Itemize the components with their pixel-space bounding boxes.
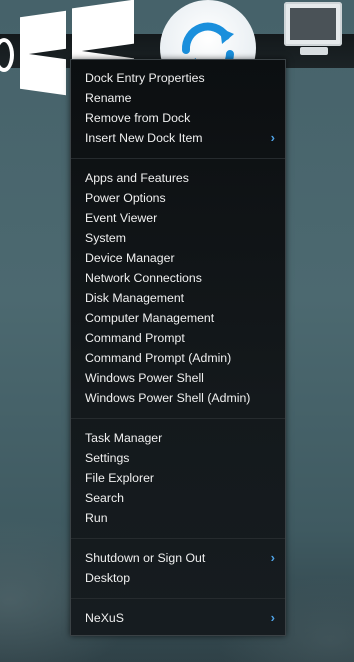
menu-item-nexus[interactable]: NeXuS ›	[71, 608, 285, 628]
menu-item-label: File Explorer	[85, 471, 155, 485]
menu-separator	[71, 598, 285, 599]
menu-item-computer-management[interactable]: Computer Management	[71, 308, 285, 328]
menu-item-label: Shutdown or Sign Out	[85, 551, 206, 565]
menu-item-shutdown-or-sign-out[interactable]: Shutdown or Sign Out ›	[71, 548, 285, 568]
chevron-right-icon: ›	[270, 130, 275, 145]
menu-item-network-connections[interactable]: Network Connections	[71, 268, 285, 288]
menu-item-task-manager[interactable]: Task Manager	[71, 428, 285, 448]
menu-item-apps-and-features[interactable]: Apps and Features	[71, 168, 285, 188]
menu-item-label: Settings	[85, 451, 130, 465]
menu-item-label: Search	[85, 491, 124, 505]
menu-item-label: Command Prompt (Admin)	[85, 351, 232, 365]
menu-item-label: Event Viewer	[85, 211, 158, 225]
menu-item-command-prompt[interactable]: Command Prompt	[71, 328, 285, 348]
menu-item-label: Rename	[85, 91, 132, 105]
menu-item-settings[interactable]: Settings	[71, 448, 285, 468]
menu-item-desktop[interactable]: Desktop	[71, 568, 285, 588]
menu-item-label: Insert New Dock Item	[85, 131, 203, 145]
menu-separator	[71, 418, 285, 419]
menu-item-label: Command Prompt	[85, 331, 185, 345]
menu-item-system[interactable]: System	[71, 228, 285, 248]
menu-item-label: Desktop	[85, 571, 131, 585]
menu-item-label: NeXuS	[85, 611, 124, 625]
menu-item-label: System	[85, 231, 126, 245]
chevron-right-icon: ›	[270, 610, 275, 625]
menu-item-remove-from-dock[interactable]: Remove from Dock	[71, 108, 285, 128]
menu-item-command-prompt-admin[interactable]: Command Prompt (Admin)	[71, 348, 285, 368]
menu-item-file-explorer[interactable]: File Explorer	[71, 468, 285, 488]
context-menu: Dock Entry Properties Rename Remove from D…	[70, 59, 286, 636]
menu-item-label: Network Connections	[85, 271, 202, 285]
menu-separator	[71, 158, 285, 159]
menu-item-dock-entry-properties[interactable]: Dock Entry Properties	[71, 68, 285, 88]
menu-item-windows-power-shell-admin[interactable]: Windows Power Shell (Admin)	[71, 388, 285, 408]
menu-item-label: Computer Management	[85, 311, 215, 325]
menu-item-rename[interactable]: Rename	[71, 88, 285, 108]
menu-item-search[interactable]: Search	[71, 488, 285, 508]
menu-item-disk-management[interactable]: Disk Management	[71, 288, 285, 308]
chevron-right-icon: ›	[270, 550, 275, 565]
menu-item-label: Windows Power Shell (Admin)	[85, 391, 251, 405]
menu-item-power-options[interactable]: Power Options	[71, 188, 285, 208]
menu-item-label: Power Options	[85, 191, 166, 205]
menu-item-run[interactable]: Run	[71, 508, 285, 528]
menu-item-label: Device Manager	[85, 251, 175, 265]
menu-item-label: Apps and Features	[85, 171, 189, 185]
menu-item-device-manager[interactable]: Device Manager	[71, 248, 285, 268]
menu-item-label: Task Manager	[85, 431, 163, 445]
menu-item-insert-new-dock-item[interactable]: Insert New Dock Item ›	[71, 128, 285, 148]
menu-item-label: Remove from Dock	[85, 111, 191, 125]
menu-item-label: Run	[85, 511, 108, 525]
menu-separator	[71, 538, 285, 539]
computer-icon[interactable]	[280, 0, 346, 58]
menu-item-windows-power-shell[interactable]: Windows Power Shell	[71, 368, 285, 388]
menu-item-label: Disk Management	[85, 291, 185, 305]
menu-item-label: Windows Power Shell	[85, 371, 204, 385]
menu-item-event-viewer[interactable]: Event Viewer	[71, 208, 285, 228]
menu-item-label: Dock Entry Properties	[85, 71, 205, 85]
